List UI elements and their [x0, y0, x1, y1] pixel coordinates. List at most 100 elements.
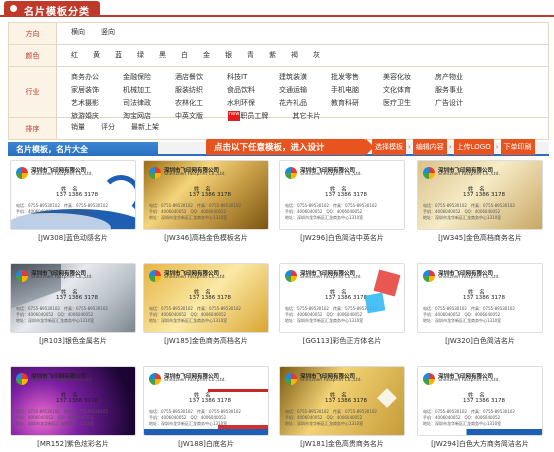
template-thumbnail[interactable]: 深圳市飞印网有限公司 Shenzhen Fastprint Co.,Ltd. 姓 名…	[143, 160, 269, 230]
template-card[interactable]: 深圳市飞印网有限公司 Shenzhen Fastprint Co.,Ltd. 姓 名…	[143, 160, 269, 243]
color-option[interactable]: 黄	[93, 50, 100, 62]
industry-option[interactable]: 广告设计	[435, 98, 487, 108]
industry-option[interactable]: 食品饮料	[227, 85, 279, 95]
step-order-print: 下单印刷	[500, 139, 535, 155]
card-detail-line: 地址：深圳市龙华新区汇龙商务中心1310室	[16, 318, 95, 323]
color-option[interactable]: 银	[225, 50, 232, 62]
template-card[interactable]: 深圳市飞印网有限公司 Shenzhen Fastprint Co.,Ltd. 姓 名…	[10, 263, 136, 346]
template-caption[interactable]: [JW346]高档金色模板名片	[143, 234, 269, 243]
industry-option[interactable]: 美容化妆	[383, 72, 435, 82]
color-option[interactable]: 金	[203, 50, 210, 62]
template-thumbnail[interactable]: 深圳市飞印网有限公司 Shenzhen Fastprint Co.,Ltd. 姓 名…	[417, 366, 543, 436]
industry-option[interactable]: 金融保险	[123, 72, 175, 82]
company-logo-icon	[149, 373, 161, 385]
color-option[interactable]: 灰	[313, 50, 320, 62]
industry-option[interactable]: 商务办公	[71, 72, 123, 82]
template-thumbnail[interactable]: 深圳市飞印网有限公司 Shenzhen Fastprint Co.,Ltd. 姓 名…	[143, 263, 269, 333]
sort-option-sales[interactable]: 销量	[71, 122, 85, 135]
industry-option[interactable]: 服装纺织	[175, 85, 227, 95]
industry-option[interactable]: 科技IT	[227, 72, 279, 82]
template-thumbnail[interactable]: 深圳市飞印网有限公司 Shenzhen Fastprint Co.,Ltd. 姓 名…	[417, 160, 543, 230]
template-caption[interactable]: [JW185]金色商务高档名片	[143, 337, 269, 346]
template-card[interactable]: 深圳市飞印网有限公司 Shenzhen Fastprint Co.,Ltd. 姓 名…	[10, 366, 136, 449]
template-thumbnail[interactable]: 深圳市飞印网有限公司 Shenzhen Fastprint Co.,Ltd. 姓 名…	[10, 263, 136, 333]
template-card[interactable]: 深圳市飞印网有限公司 Shenzhen Fastprint Co.,Ltd. 姓 名…	[417, 366, 543, 449]
template-card[interactable]: 深圳市飞印网有限公司 Shenzhen Fastprint Co.,Ltd. 姓 名…	[143, 263, 269, 346]
industry-option[interactable]: 农林化工	[175, 98, 227, 108]
filter-label-color: 颜色	[9, 45, 57, 66]
color-option[interactable]: 绿	[137, 50, 144, 62]
template-thumbnail[interactable]: 深圳市飞印网有限公司 Shenzhen Fastprint Co.,Ltd. 姓 名…	[417, 263, 543, 333]
template-caption[interactable]: [JW296]白色简洁中英名片	[279, 234, 405, 243]
template-card[interactable]: 深圳市飞印网有限公司 Shenzhen Fastprint Co.,Ltd. 姓 名…	[279, 366, 405, 449]
card-company-en: Shenzhen Fastprint Co.,Ltd.	[300, 172, 362, 177]
template-caption[interactable]: [JW320]白色简洁名片	[417, 337, 543, 346]
industry-option[interactable]: 医疗卫生	[383, 98, 435, 108]
template-thumbnail[interactable]: 深圳市飞印网有限公司 Shenzhen Fastprint Co.,Ltd. 姓 名…	[10, 160, 136, 230]
card-detail-line: 地址：深圳市龙华新区汇龙商务中心1310室	[149, 421, 228, 426]
template-caption[interactable]: [JW181]金色高贵商务名片	[279, 440, 405, 449]
filter-label-direction: 方向	[9, 23, 57, 44]
template-thumbnail[interactable]: 深圳市飞印网有限公司 Shenzhen Fastprint Co.,Ltd. 姓 名…	[279, 160, 405, 230]
template-caption[interactable]: [GG113]彩色正方体名片	[279, 337, 405, 346]
card-phone: 137 1386 3178	[463, 192, 505, 198]
industry-option[interactable]: 机械加工	[123, 85, 175, 95]
color-option[interactable]: 褐	[291, 50, 298, 62]
filter-option-vertical[interactable]: 竖向	[101, 27, 115, 40]
industry-option[interactable]: 文化体育	[383, 85, 435, 95]
card-detail-line: 地址：深圳市龙华新区汇龙商务中心1310室	[149, 318, 228, 323]
color-option[interactable]: 青	[247, 50, 254, 62]
industry-option[interactable]: 艺术摄影	[71, 98, 123, 108]
template-thumbnail[interactable]: 深圳市飞印网有限公司 Shenzhen Fastprint Co.,Ltd. 姓 名…	[279, 263, 405, 333]
company-logo-icon	[423, 167, 435, 179]
company-logo-icon	[285, 270, 297, 282]
color-option[interactable]: 蓝	[115, 50, 122, 62]
section-tab: 名片模板，名片大全	[8, 142, 158, 156]
card-company-en: Shenzhen Fastprint Co.,Ltd.	[300, 378, 362, 383]
template-caption[interactable]: [MR152]紫色炫彩名片	[10, 440, 136, 449]
card-phone: 137 1386 3178	[189, 295, 231, 301]
industry-option[interactable]: 交通运输	[279, 85, 331, 95]
template-thumbnail[interactable]: 深圳市飞印网有限公司 Shenzhen Fastprint Co.,Ltd. 姓 名…	[279, 366, 405, 436]
card-company-en: Shenzhen Fastprint Co.,Ltd.	[31, 275, 93, 280]
category-header: 名片模板分类	[0, 0, 554, 18]
template-card[interactable]: 深圳市飞印网有限公司 Shenzhen Fastprint Co.,Ltd. 姓 名…	[10, 160, 136, 243]
color-option[interactable]: 黑	[159, 50, 166, 62]
template-thumbnail[interactable]: 深圳市飞印网有限公司 Shenzhen Fastprint Co.,Ltd. 姓 名…	[10, 366, 136, 436]
filter-option-horizontal[interactable]: 横向	[71, 27, 85, 40]
industry-option[interactable]: 家居装饰	[71, 85, 123, 95]
industry-option[interactable]: 花卉礼品	[279, 98, 331, 108]
industry-option[interactable]: 服务事业	[435, 85, 487, 95]
template-thumbnail[interactable]: 深圳市飞印网有限公司 Shenzhen Fastprint Co.,Ltd. 姓 名…	[143, 366, 269, 436]
card-phone: 137 1386 3178	[463, 295, 505, 301]
industry-option[interactable]: 手机电脑	[331, 85, 383, 95]
color-option[interactable]: 白	[181, 50, 188, 62]
template-caption[interactable]: [JR103]银色金属名片	[10, 337, 136, 346]
template-caption[interactable]: [JW308]蓝色动感名片	[10, 234, 136, 243]
section-title: 名片模板，名片大全	[16, 145, 88, 154]
card-phone: 137 1386 3178	[325, 192, 367, 198]
template-card[interactable]: 深圳市飞印网有限公司 Shenzhen Fastprint Co.,Ltd. 姓 名…	[417, 263, 543, 346]
template-caption[interactable]: [JW188]白底名片	[143, 440, 269, 449]
industry-option[interactable]: 司法律政	[123, 98, 175, 108]
industry-option[interactable]: 水利环保	[227, 98, 279, 108]
industry-option[interactable]: 酒店餐饮	[175, 72, 227, 82]
template-caption[interactable]: [JW345]金色高档商务名片	[417, 234, 543, 243]
template-card[interactable]: 深圳市飞印网有限公司 Shenzhen Fastprint Co.,Ltd. 姓 名…	[417, 160, 543, 243]
card-phone: 137 1386 3178	[325, 398, 367, 404]
industry-option[interactable]: 批发零售	[331, 72, 383, 82]
template-card[interactable]: 深圳市飞印网有限公司 Shenzhen Fastprint Co.,Ltd. 姓 名…	[279, 263, 405, 346]
color-option[interactable]: 红	[71, 50, 78, 62]
template-card[interactable]: 深圳市飞印网有限公司 Shenzhen Fastprint Co.,Ltd. 姓 名…	[143, 366, 269, 449]
industry-option[interactable]: 教育科研	[331, 98, 383, 108]
industry-option[interactable]: 建筑装潢	[279, 72, 331, 82]
sort-option-rating[interactable]: 评分	[101, 122, 115, 135]
filter-row-industry: 行业 商务办公 金融保险 酒店餐饮 科技IT 建筑装潢 批发零售 美容化妆 房产物业 家居装饰机…	[9, 67, 548, 121]
template-card[interactable]: 深圳市飞印网有限公司 Shenzhen Fastprint Co.,Ltd. 姓 名…	[279, 160, 405, 243]
card-detail-line: 地址：深圳市龙华新区汇龙商务中心1310室	[423, 215, 502, 220]
industry-option[interactable]: 房产物业	[435, 72, 487, 82]
template-caption[interactable]: [JW294]白色大方商务简洁名片	[417, 440, 543, 449]
company-logo-icon	[149, 270, 161, 282]
sort-option-newest[interactable]: 最新上架	[131, 122, 159, 135]
color-option[interactable]: 紫	[269, 50, 276, 62]
